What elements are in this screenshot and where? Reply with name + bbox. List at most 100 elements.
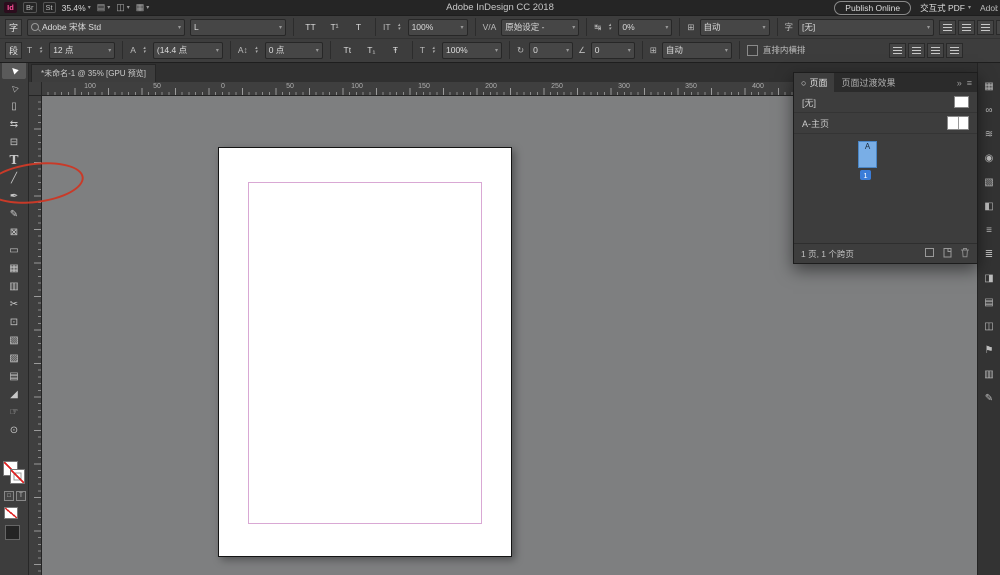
edit-page-size-icon[interactable] — [924, 247, 935, 260]
type-tool[interactable]: T — [2, 151, 26, 169]
color-panel-icon[interactable]: ◉ — [981, 151, 997, 166]
preflight-panel-icon[interactable]: ▥ — [981, 367, 997, 382]
pencil-tool[interactable]: ✎ — [2, 205, 26, 223]
rectangle-tool[interactable]: ▭ — [2, 241, 26, 259]
justify-right-button[interactable] — [927, 43, 944, 58]
superscript-button[interactable]: T¹ — [325, 19, 344, 36]
font-size-stepper[interactable]: ▴▾ — [37, 46, 44, 54]
effects-panel-icon[interactable]: ◫ — [981, 319, 997, 334]
kerning-select[interactable]: 原始设定 - ▾ — [501, 19, 579, 36]
new-page-icon[interactable] — [942, 247, 953, 260]
tate-chu-yoko-checkbox[interactable] — [747, 45, 758, 56]
arrange-documents-dropdown[interactable]: ▦ ▾ — [136, 2, 150, 13]
small-caps-button[interactable]: Tt — [338, 42, 357, 59]
paragraph-formatting-icon[interactable]: 段 — [5, 42, 22, 59]
formatting-affects-text-button[interactable]: T — [16, 491, 26, 501]
publish-online-button[interactable]: Publish Online — [834, 1, 911, 15]
tab-pages[interactable]: ○ 页面 — [794, 73, 834, 92]
tab-page-transitions[interactable]: 页面过渡效果 — [834, 73, 902, 92]
document-page[interactable] — [218, 147, 512, 557]
layers-panel-icon[interactable]: ▤ — [981, 295, 997, 310]
baseline-shift-stepper[interactable]: ▴▾ — [253, 46, 260, 54]
proportional-spacing-stepper[interactable]: ▴▾ — [606, 23, 613, 31]
note-tool[interactable]: ▤ — [2, 367, 26, 385]
horizontal-scale-select[interactable]: 100% ▾ — [442, 42, 502, 59]
skew-select[interactable]: 0 ▾ — [591, 42, 635, 59]
vertical-ruler[interactable] — [29, 95, 42, 575]
horizontal-grid-tool[interactable]: ▦ — [2, 259, 26, 277]
pages-panel-icon[interactable]: ▦ — [981, 79, 997, 94]
page-thumbnail[interactable]: A — [858, 141, 877, 168]
font-size-select[interactable]: 12 点 ▾ — [49, 42, 115, 59]
rectangle-frame-tool[interactable]: ⊠ — [2, 223, 26, 241]
character-style-select[interactable]: [无] ▾ — [798, 19, 934, 36]
zoom-level-dropdown[interactable]: 35.4% ▾ — [62, 3, 91, 13]
pen-tool[interactable]: ✒ — [2, 187, 26, 205]
bridge-icon[interactable]: Br — [23, 2, 37, 13]
align-right-button[interactable] — [977, 20, 994, 35]
grid-count-select-2[interactable]: 自动 ▾ — [662, 42, 732, 59]
font-style-select[interactable]: L ▾ — [190, 19, 286, 36]
justify-button[interactable] — [996, 20, 1000, 35]
cc-libraries-panel-icon[interactable]: ◧ — [981, 199, 997, 214]
leading-stepper[interactable]: ▴▾ — [141, 46, 148, 54]
notes-panel-icon[interactable]: ✎ — [981, 391, 997, 406]
leading-select[interactable]: (14.4 点 ▾ — [153, 42, 223, 59]
all-caps-button[interactable]: TT — [301, 19, 320, 36]
bookmarks-panel-icon[interactable]: ⚑ — [981, 343, 997, 358]
stroke-swatch[interactable] — [10, 469, 25, 484]
hand-tool[interactable]: ☞ — [2, 403, 26, 421]
baseline-shift-select[interactable]: 0 点 ▾ — [265, 42, 323, 59]
apply-none-swatch[interactable] — [4, 507, 18, 519]
document-tab[interactable]: *未命名-1 @ 35% [GPU 预览] — [31, 64, 156, 82]
line-tool[interactable]: ╱ — [2, 169, 26, 187]
grid-count-select-1[interactable]: 自动 ▾ — [700, 19, 770, 36]
free-transform-tool[interactable]: ⊡ — [2, 313, 26, 331]
character-panel-icon[interactable]: ≡ — [981, 223, 997, 238]
master-row-a[interactable]: A-主页 — [794, 113, 977, 134]
stroke-panel-icon[interactable]: ≋ — [981, 127, 997, 142]
master-row-none[interactable]: [无] — [794, 92, 977, 113]
vertical-scale-select[interactable]: 100% ▾ — [408, 19, 468, 36]
delete-page-icon[interactable] — [960, 247, 970, 260]
proportional-spacing-select[interactable]: 0% ▾ — [618, 19, 672, 36]
selection-tool[interactable]: ▶ — [2, 61, 26, 79]
stock-icon[interactable]: St — [43, 2, 56, 13]
direct-selection-tool[interactable]: ▷ — [2, 79, 26, 97]
panel-menu-icon[interactable]: ≡ — [967, 78, 972, 88]
paragraph-panel-icon[interactable]: ≣ — [981, 247, 997, 262]
content-collector-tool[interactable]: ⊟ — [2, 133, 26, 151]
collapse-to-icons-icon[interactable]: » — [957, 78, 962, 88]
gap-tool[interactable]: ⇆ — [2, 115, 26, 133]
character-formatting-icon[interactable]: 字 — [5, 19, 22, 36]
view-options-dropdown[interactable]: ▤ ▾ — [97, 2, 111, 13]
eyedropper-tool[interactable]: ◢ — [2, 385, 26, 403]
formatting-affects-container-button[interactable]: □ — [4, 491, 14, 501]
zoom-tool[interactable]: ⊙ — [2, 421, 26, 439]
strikethrough-button[interactable]: Ŧ — [386, 42, 405, 59]
scissors-tool[interactable]: ✂ — [2, 295, 26, 313]
subscript-button[interactable]: T₁ — [362, 42, 381, 59]
align-center-button[interactable] — [958, 20, 975, 35]
justify-center-button[interactable] — [908, 43, 925, 58]
gradient-swatch-tool[interactable]: ▧ — [2, 331, 26, 349]
font-family-select[interactable]: Adobe 宋体 Std ▾ — [27, 19, 185, 36]
swatches-panel-icon[interactable]: ▧ — [981, 175, 997, 190]
object-styles-panel-icon[interactable]: ◨ — [981, 271, 997, 286]
gradient-feather-tool[interactable]: ▨ — [2, 349, 26, 367]
screen-mode-button[interactable] — [5, 525, 20, 540]
ruler-origin-corner[interactable] — [29, 82, 42, 96]
page-tool[interactable]: ▯ — [2, 97, 26, 115]
underline-button[interactable]: T — [349, 19, 368, 36]
workspace-switcher[interactable]: 交互式 PDF ▾ — [920, 2, 971, 14]
screen-mode-dropdown[interactable]: ◫ ▾ — [116, 2, 130, 13]
horizontal-scale-stepper[interactable]: ▴▾ — [430, 46, 437, 54]
character-rotation-select[interactable]: 0 ▾ — [529, 42, 573, 59]
vertical-grid-tool[interactable]: ▥ — [2, 277, 26, 295]
justify-full-button[interactable] — [946, 43, 963, 58]
justify-left-button[interactable] — [889, 43, 906, 58]
pages-thumbnail-area[interactable]: A 1 — [794, 134, 977, 244]
align-left-button[interactable] — [939, 20, 956, 35]
links-panel-icon[interactable]: ∞ — [981, 103, 997, 118]
vertical-scale-stepper[interactable]: ▴▾ — [396, 23, 403, 31]
